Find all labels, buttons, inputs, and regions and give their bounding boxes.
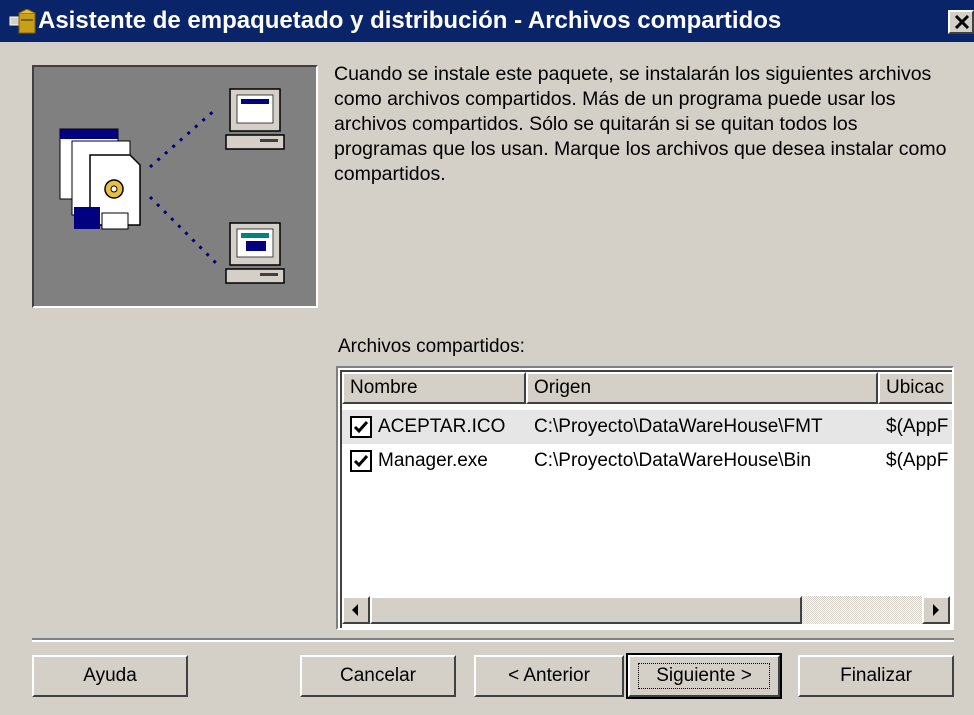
table-row[interactable]: ACEPTAR.ICO C:\Proyecto\DataWareHouse\FM… xyxy=(342,410,952,444)
arrow-left-icon xyxy=(352,604,358,616)
next-button[interactable]: Siguiente > xyxy=(626,653,782,699)
package-wizard-icon xyxy=(9,9,36,34)
row-location: $(AppF xyxy=(886,450,949,471)
row-name: Manager.exe xyxy=(378,450,488,471)
row-source: C:\Proyecto\DataWareHouse\Bin xyxy=(534,450,812,471)
table-row[interactable]: Manager.exe C:\Proyecto\DataWareHouse\Bi… xyxy=(342,444,952,478)
scroll-left-button[interactable] xyxy=(342,596,370,624)
finish-button[interactable]: Finalizar xyxy=(798,655,954,697)
row-name: ACEPTAR.ICO xyxy=(378,416,506,437)
scrollbar-thumb[interactable] xyxy=(370,596,802,624)
checkbox-check-icon xyxy=(353,421,369,434)
help-button[interactable]: Ayuda xyxy=(32,655,188,697)
wizard-illustration xyxy=(32,65,318,308)
checkbox-check-icon xyxy=(353,455,369,468)
close-button[interactable] xyxy=(948,10,974,34)
column-header-name[interactable]: Nombre xyxy=(342,372,526,404)
shared-files-list[interactable]: Nombre Origen Ubicac ACEPTAR.ICO C:\Proy… xyxy=(336,366,954,630)
scroll-right-button[interactable] xyxy=(922,596,950,624)
distribution-graphic xyxy=(59,88,285,284)
row-source: C:\Proyecto\DataWareHouse\FMT xyxy=(534,416,823,437)
back-button[interactable]: < Anterior xyxy=(474,655,624,697)
computer-icon xyxy=(225,88,285,150)
window-title: Asistente de empaquetado y distribución … xyxy=(38,7,782,34)
title-bar[interactable]: Asistente de empaquetado y distribución … xyxy=(0,0,974,42)
separator xyxy=(32,638,954,642)
row-location: $(AppF xyxy=(886,416,949,437)
horizontal-scrollbar[interactable] xyxy=(342,596,950,624)
row-checkbox[interactable] xyxy=(350,416,372,438)
row-checkbox[interactable] xyxy=(350,450,372,472)
cancel-button[interactable]: Cancelar xyxy=(300,655,456,697)
column-header-location[interactable]: Ubicac xyxy=(878,372,952,404)
close-icon xyxy=(954,15,970,29)
computer-icon xyxy=(225,222,285,284)
list-header: Nombre Origen Ubicac xyxy=(342,372,952,404)
intro-text: Cuando se instale este paquete, se insta… xyxy=(334,63,947,185)
shared-files-label: Archivos compartidos: xyxy=(338,336,525,357)
arrow-right-icon xyxy=(933,604,939,616)
column-header-source[interactable]: Origen xyxy=(526,372,878,404)
focus-rectangle xyxy=(638,663,770,689)
document-gear-icon xyxy=(59,128,141,230)
